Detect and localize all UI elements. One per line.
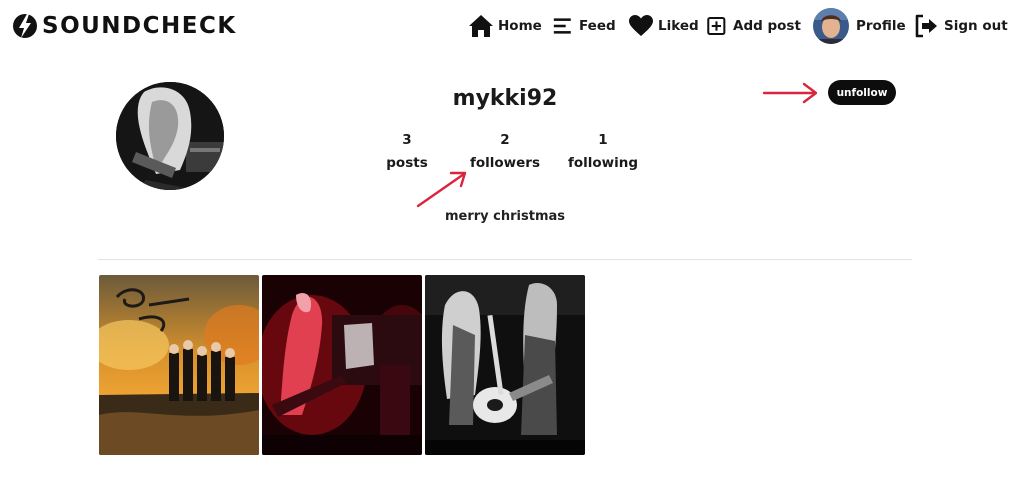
stat-posts-count: 3	[402, 132, 412, 148]
profile-username: mykki92	[452, 86, 558, 111]
nav-sign-out[interactable]: Sign out	[914, 11, 1008, 41]
profile-avatar	[116, 82, 224, 190]
nav-feed-label: Feed	[579, 18, 616, 34]
annotation-arrow-right-icon	[762, 82, 818, 104]
post-image-concert-red	[262, 275, 422, 455]
sign-out-icon	[915, 14, 937, 38]
stat-followers[interactable]: 2 followers	[465, 131, 545, 177]
plus-square-icon	[707, 16, 726, 36]
post-thumbnail[interactable]	[425, 275, 585, 455]
nav-liked[interactable]: Liked	[628, 11, 699, 41]
heart-icon	[629, 15, 653, 36]
nav-profile[interactable]: Profile	[813, 8, 906, 44]
nav-sign-out-label: Sign out	[944, 18, 1008, 34]
nav-home-label: Home	[498, 18, 542, 34]
stat-followers-count: 2	[500, 132, 510, 148]
profile-bio: merry christmas	[444, 209, 566, 224]
menu-icon	[553, 18, 571, 34]
main-nav: Home Feed Liked Add post Profile Sign ou…	[0, 0, 1018, 52]
annotation-arrow-diagonal-icon	[416, 171, 467, 208]
avatar	[813, 8, 849, 44]
nav-add-post[interactable]: Add post	[707, 11, 801, 41]
nav-feed[interactable]: Feed	[553, 11, 616, 41]
home-icon	[469, 15, 493, 37]
stat-followers-label: followers	[470, 155, 540, 171]
top-navbar: SOUNDCHECK Home Feed Liked Add post Prof…	[0, 0, 1018, 52]
profile-divider	[98, 259, 912, 260]
nav-home[interactable]: Home	[468, 11, 542, 41]
stat-following[interactable]: 1 following	[563, 131, 643, 177]
stat-following-label: following	[567, 155, 639, 171]
unfollow-button[interactable]: unfollow	[828, 80, 896, 105]
nav-liked-label: Liked	[658, 18, 699, 34]
post-thumbnail[interactable]	[99, 275, 259, 455]
post-thumbnail[interactable]	[262, 275, 422, 455]
post-image-album-cover	[99, 275, 259, 455]
nav-add-post-label: Add post	[733, 18, 801, 34]
stat-following-count: 1	[598, 132, 608, 148]
post-image-guitarists-bw	[425, 275, 585, 455]
nav-profile-label: Profile	[856, 18, 906, 34]
